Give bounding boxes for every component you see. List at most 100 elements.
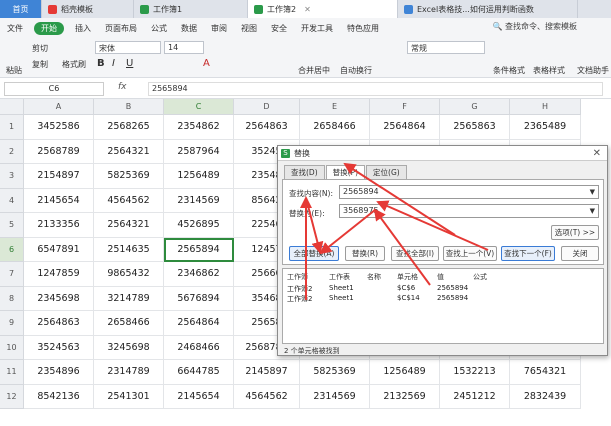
result-cell[interactable]: $C$6 xyxy=(397,284,415,292)
grid-cell[interactable]: 2568265 xyxy=(94,115,164,140)
grid-cell[interactable]: 2451212 xyxy=(440,384,510,409)
tab-goto[interactable]: 定位(G) xyxy=(366,165,407,179)
column-header[interactable]: E xyxy=(300,99,370,115)
tab-replace[interactable]: 替换(P) xyxy=(325,165,366,180)
grid-cell[interactable]: 2658466 xyxy=(94,311,164,336)
grid-cell[interactable]: 3524563 xyxy=(24,335,94,360)
underline-button[interactable]: U xyxy=(126,58,133,69)
table-style-button[interactable]: 表格样式 xyxy=(533,65,565,76)
result-value[interactable]: 2565894 xyxy=(437,284,468,292)
find-all-button[interactable]: 查找全部(I) xyxy=(391,246,439,261)
row-header[interactable]: 4 xyxy=(0,188,24,213)
row-header[interactable]: 1 xyxy=(0,115,24,140)
wrap-text-button[interactable]: 自动换行 xyxy=(340,65,372,76)
grid-cell[interactable]: 1532213 xyxy=(440,360,510,385)
tab-home[interactable]: 首页 xyxy=(0,0,42,18)
result-workbook[interactable]: 工作簿2 xyxy=(287,294,312,304)
row-header[interactable]: 2 xyxy=(0,139,24,164)
menu-special[interactable]: 特色应用 xyxy=(340,23,386,34)
column-header[interactable]: C xyxy=(164,99,234,115)
number-format-select[interactable]: 常规 xyxy=(407,41,485,54)
find-previous-button[interactable]: 查找上一个(V) xyxy=(443,246,497,261)
paste-button[interactable]: 粘贴 xyxy=(6,65,22,76)
grid-cell[interactable]: 2514635 xyxy=(94,237,164,262)
close-icon[interactable]: ✕ xyxy=(304,5,311,14)
row-header[interactable]: 9 xyxy=(0,311,24,336)
options-button[interactable]: 选项(T) >> xyxy=(551,225,599,240)
bold-button[interactable]: B xyxy=(97,58,105,69)
column-header[interactable]: B xyxy=(94,99,164,115)
grid-cell[interactable]: 9865432 xyxy=(94,262,164,287)
select-all-corner[interactable] xyxy=(0,99,24,115)
find-next-button[interactable]: 查找下一个(F) xyxy=(501,246,555,261)
find-input[interactable]: 2565894 ▼ xyxy=(339,185,599,199)
grid-cell[interactable]: 2541301 xyxy=(94,384,164,409)
row-header[interactable]: 8 xyxy=(0,286,24,311)
grid-cell[interactable]: 2154897 xyxy=(24,164,94,189)
row-header[interactable]: 10 xyxy=(0,335,24,360)
doc-assistant-button[interactable]: 文档助手 xyxy=(577,65,609,76)
format-painter-button[interactable]: 格式刷 xyxy=(62,59,86,70)
grid-cell[interactable]: 2832439 xyxy=(510,384,581,409)
grid-cell[interactable]: 2564863 xyxy=(24,311,94,336)
grid-cell[interactable]: 1247859 xyxy=(24,262,94,287)
grid-cell[interactable]: 2365489 xyxy=(510,115,581,140)
font-size-select[interactable]: 14 xyxy=(164,41,204,54)
grid-cell[interactable]: 2145654 xyxy=(164,384,234,409)
command-search[interactable]: 🔍 查找命令、搜索模板 xyxy=(492,21,577,32)
menu-data[interactable]: 数据 xyxy=(174,23,204,34)
grid-cell[interactable]: 5676894 xyxy=(164,286,234,311)
cut-button[interactable]: 剪切 xyxy=(32,43,48,54)
grid-cell[interactable]: 2354862 xyxy=(164,115,234,140)
menu-formula[interactable]: 公式 xyxy=(144,23,174,34)
grid-cell[interactable]: 2145654 xyxy=(24,188,94,213)
menu-security[interactable]: 安全 xyxy=(264,23,294,34)
grid-cell[interactable]: 3452586 xyxy=(24,115,94,140)
result-sheet[interactable]: Sheet1 xyxy=(329,294,354,302)
grid-cell[interactable]: 5825369 xyxy=(300,360,370,385)
grid-cell[interactable]: 2568789 xyxy=(24,139,94,164)
grid-cell[interactable]: 2314789 xyxy=(94,360,164,385)
grid-cell[interactable]: 2346862 xyxy=(164,262,234,287)
row-header[interactable]: 11 xyxy=(0,360,24,385)
row-header[interactable]: 7 xyxy=(0,262,24,287)
grid-cell[interactable]: 4564562 xyxy=(234,384,300,409)
chevron-down-icon[interactable]: ▼ xyxy=(590,186,595,198)
name-box[interactable]: C6 xyxy=(4,82,104,96)
grid-cell[interactable]: 2564321 xyxy=(94,139,164,164)
grid-cell[interactable]: 2345698 xyxy=(24,286,94,311)
italic-button[interactable]: I xyxy=(112,58,115,69)
font-color-button[interactable]: A xyxy=(203,58,210,69)
grid-cell[interactable]: 2314569 xyxy=(300,384,370,409)
tab-workbook2[interactable]: 工作簿2 ✕ xyxy=(248,0,398,18)
grid-cell[interactable]: 2564864 xyxy=(164,311,234,336)
grid-cell[interactable]: 6644785 xyxy=(164,360,234,385)
grid-cell[interactable]: 1256489 xyxy=(164,164,234,189)
tab-find[interactable]: 查找(D) xyxy=(284,165,325,179)
grid-cell[interactable]: 2145897 xyxy=(234,360,300,385)
grid-cell[interactable]: 2468466 xyxy=(164,335,234,360)
grid-cell[interactable]: 2133356 xyxy=(24,213,94,238)
font-select[interactable]: 宋体 xyxy=(95,41,161,54)
result-workbook[interactable]: 工作簿2 xyxy=(287,284,312,294)
grid-cell[interactable]: 4564562 xyxy=(94,188,164,213)
menu-view[interactable]: 视图 xyxy=(234,23,264,34)
column-header[interactable]: A xyxy=(24,99,94,115)
copy-button[interactable]: 复制 xyxy=(32,59,48,70)
chevron-down-icon[interactable]: ▼ xyxy=(590,205,595,217)
grid-cell[interactable]: 2564863 xyxy=(234,115,300,140)
grid-cell[interactable]: 2314569 xyxy=(164,188,234,213)
grid-cell[interactable]: 8542136 xyxy=(24,384,94,409)
result-value[interactable]: 2565894 xyxy=(437,294,468,302)
column-header[interactable]: G xyxy=(440,99,510,115)
column-header[interactable]: H xyxy=(510,99,581,115)
grid-cell[interactable]: 3214789 xyxy=(94,286,164,311)
menu-review[interactable]: 审阅 xyxy=(204,23,234,34)
replace-button[interactable]: 替换(R) xyxy=(345,246,385,261)
tab-excel-tips[interactable]: Excel表格技...如何运用判断函数 xyxy=(398,0,578,18)
tab-template[interactable]: 稻壳模板 xyxy=(42,0,134,18)
grid-cell[interactable]: 1256489 xyxy=(370,360,440,385)
close-icon[interactable]: ✕ xyxy=(593,148,601,159)
menu-insert[interactable]: 插入 xyxy=(68,23,98,34)
menu-layout[interactable]: 页面布局 xyxy=(98,23,144,34)
